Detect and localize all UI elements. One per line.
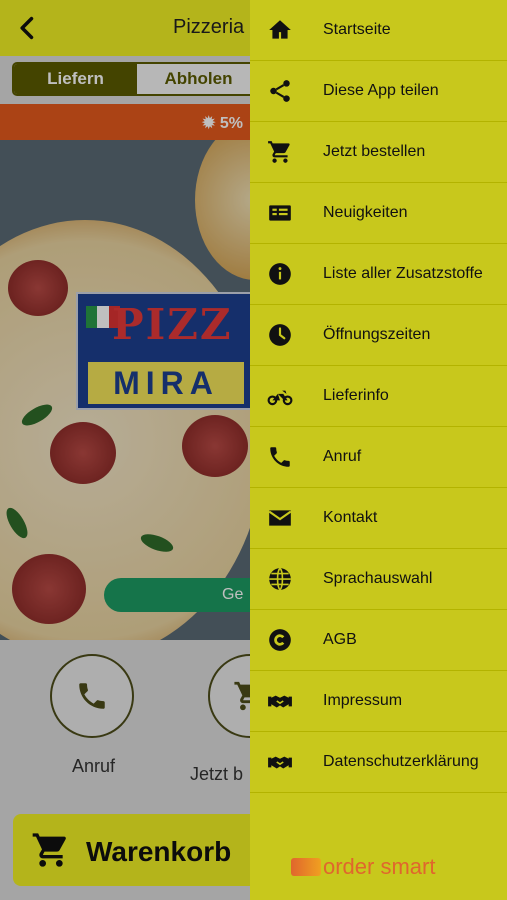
envelope-icon [266, 504, 294, 532]
drawer-item-label: Startseite [323, 21, 391, 38]
handshake-icon [266, 748, 294, 776]
drawer-item[interactable]: Jetzt bestellen [250, 122, 507, 183]
drawer-item-label: AGB [323, 631, 357, 648]
news-icon [266, 199, 294, 227]
drawer-item[interactable]: Kontakt [250, 488, 507, 549]
drawer-item-label: Datenschutzerklärung [323, 753, 479, 770]
clock-icon [266, 321, 294, 349]
drawer-item-label: Sprachauswahl [323, 570, 433, 587]
drawer-item-label: Jetzt bestellen [323, 143, 426, 160]
drawer-item[interactable]: AGB [250, 610, 507, 671]
drawer-item-label: Liste aller Zusatzstoffe [323, 265, 483, 282]
drawer-item[interactable]: Liste aller Zusatzstoffe [250, 244, 507, 305]
drawer-item[interactable]: Startseite [250, 0, 507, 61]
drawer-item[interactable]: Lieferinfo [250, 366, 507, 427]
drawer-item[interactable]: Anruf [250, 427, 507, 488]
share-icon [266, 77, 294, 105]
drawer-item[interactable]: Diese App teilen [250, 61, 507, 122]
copyright-icon [266, 626, 294, 654]
drawer-item[interactable]: Neuigkeiten [250, 183, 507, 244]
brand-logo: order smart [291, 854, 435, 880]
drawer-item[interactable]: Datenschutzerklärung [250, 732, 507, 793]
handshake-icon [266, 687, 294, 715]
cart-icon [266, 138, 294, 166]
home-icon [266, 16, 294, 44]
drawer-item-label: Lieferinfo [323, 387, 389, 404]
drawer-item-label: Kontakt [323, 509, 378, 526]
drawer-item[interactable]: Sprachauswahl [250, 549, 507, 610]
drawer-item[interactable]: Impressum [250, 671, 507, 732]
motorbike-icon [266, 382, 294, 410]
drawer-item-label: Diese App teilen [323, 82, 439, 99]
drawer-item-label: Impressum [323, 692, 403, 709]
order-smart-logo-icon [291, 858, 321, 876]
drawer-item-label: Neuigkeiten [323, 204, 408, 221]
drawer-item-label: Anruf [323, 448, 362, 465]
drawer-item[interactable]: Öffnungszeiten [250, 305, 507, 366]
navigation-drawer: Startseite Diese App teilen Jetzt bestelle… [250, 0, 507, 900]
phone-icon [266, 443, 294, 471]
drawer-item-label: Öffnungszeiten [323, 326, 431, 343]
info-icon [266, 260, 294, 288]
globe-icon [266, 565, 294, 593]
